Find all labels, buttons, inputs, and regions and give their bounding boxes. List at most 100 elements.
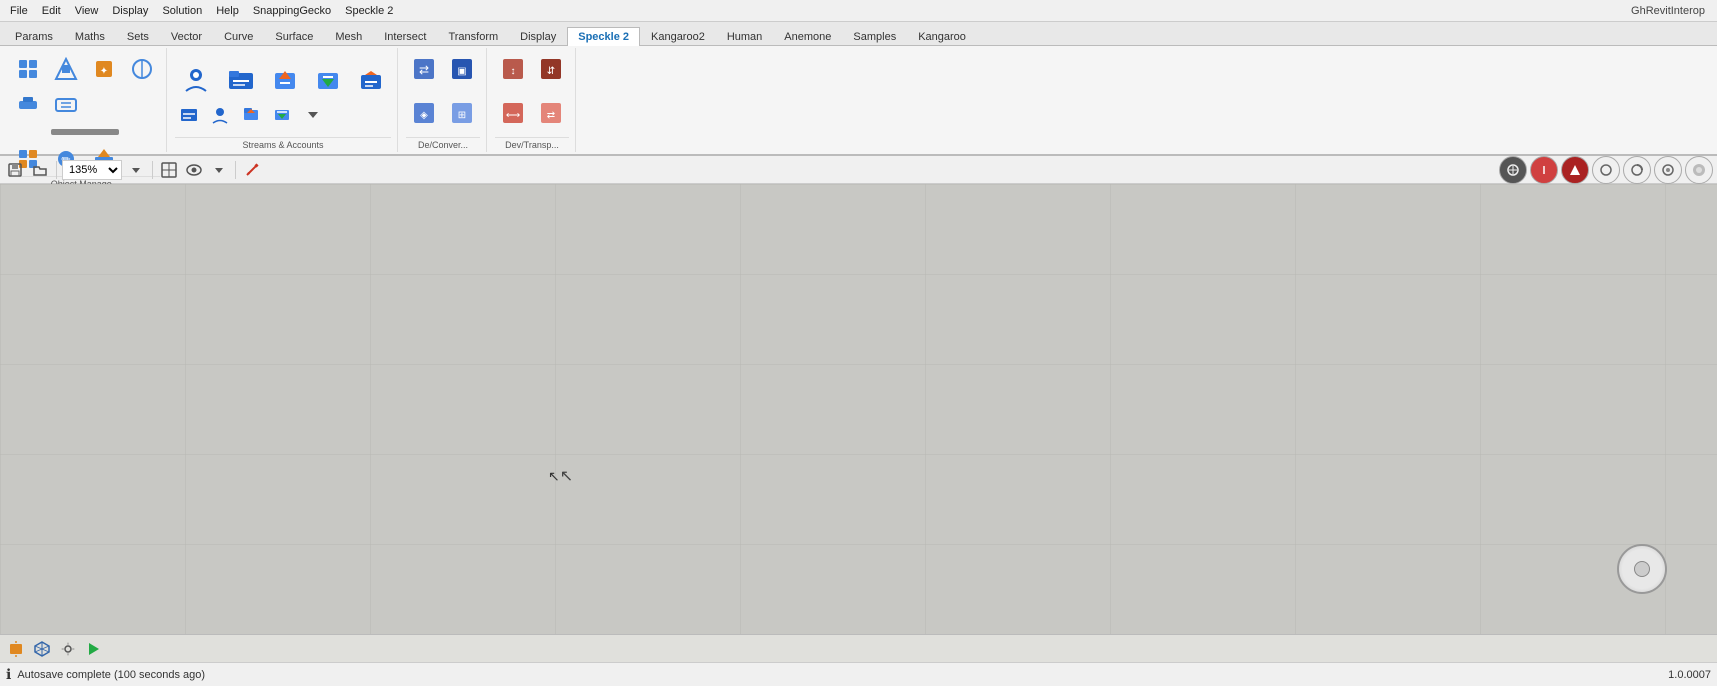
streams-btn-9[interactable] xyxy=(268,102,296,128)
tab-intersect[interactable]: Intersect xyxy=(373,27,437,46)
streams-icon-7 xyxy=(210,105,230,125)
rt-icon-5[interactable] xyxy=(1623,156,1651,184)
rt-icon-1[interactable] xyxy=(1499,156,1527,184)
menu-speckle2[interactable]: Speckle 2 xyxy=(339,3,399,19)
streams-btn-8[interactable] xyxy=(237,102,265,128)
tab-maths[interactable]: Maths xyxy=(64,27,116,46)
bottom-btn-sun[interactable] xyxy=(4,637,28,661)
streams-btn-7[interactable] xyxy=(206,102,234,128)
status-coordinate: 1.0.0007 xyxy=(1668,669,1711,681)
open-button[interactable] xyxy=(29,159,51,181)
svg-text:⇄: ⇄ xyxy=(419,63,429,77)
streams-btn-3[interactable] xyxy=(265,62,305,100)
menu-help[interactable]: Help xyxy=(210,3,245,19)
devtransp-btn-4[interactable]: ⇄ xyxy=(533,96,569,130)
group-object-management: ✦ xyxy=(4,48,167,152)
streams-btn-4[interactable] xyxy=(308,62,348,100)
rt-icon-2[interactable] xyxy=(1530,156,1558,184)
menu-display[interactable]: Display xyxy=(106,3,154,19)
app-title: GhRevitInterop xyxy=(1631,5,1713,17)
eye-button[interactable] xyxy=(183,159,205,181)
save-button[interactable] xyxy=(4,159,26,181)
tab-human[interactable]: Human xyxy=(716,27,773,46)
group-dev-transp-content: ↕ ⇵ ⟷ ⇄ xyxy=(495,50,569,137)
devtransp-btn-1[interactable]: ↕ xyxy=(495,52,531,86)
devconv-btn-1[interactable]: ⇄ xyxy=(406,52,442,86)
tab-kangaroo2[interactable]: Kangaroo2 xyxy=(640,27,716,46)
streams-btn-2[interactable] xyxy=(220,62,262,100)
streams-icon-9 xyxy=(272,105,292,125)
menu-edit[interactable]: Edit xyxy=(36,3,67,19)
canvas-area[interactable]: ↖ xyxy=(0,184,1717,634)
menu-snapping-gecko[interactable]: SnappingGecko xyxy=(247,3,337,19)
toolbar-separator-1 xyxy=(56,161,57,179)
streams-btn-expand[interactable] xyxy=(299,102,327,128)
canvas-grid xyxy=(0,184,1717,634)
streams-btn-6[interactable] xyxy=(175,102,203,128)
tab-speckle2[interactable]: Speckle 2 xyxy=(567,27,640,46)
bottom-btn-settings[interactable] xyxy=(56,637,80,661)
rt-icon-6[interactable] xyxy=(1654,156,1682,184)
tab-sets[interactable]: Sets xyxy=(116,27,160,46)
status-bar: ℹ Autosave complete (100 seconds ago) 1.… xyxy=(0,662,1717,686)
obj-icon-4 xyxy=(128,55,156,83)
navigation-wheel[interactable] xyxy=(1617,544,1667,594)
tab-mesh[interactable]: Mesh xyxy=(324,27,373,46)
dropdown-button[interactable] xyxy=(208,159,230,181)
svg-text:▣: ▣ xyxy=(457,66,466,77)
toolbar-right xyxy=(1499,156,1713,184)
obj-icon-5 xyxy=(14,91,42,119)
group-dev-converter: ⇄ ▣ ◈ ⊞ De/Conver... xyxy=(400,48,487,152)
toolbar-separator-3 xyxy=(235,161,236,179)
menu-solution[interactable]: Solution xyxy=(156,3,208,19)
obj-btn-3[interactable]: ✦ xyxy=(86,52,122,86)
tab-display[interactable]: Display xyxy=(509,27,567,46)
tab-samples[interactable]: Samples xyxy=(842,27,907,46)
devconv-btn-3[interactable]: ◈ xyxy=(406,96,442,130)
menu-file[interactable]: File xyxy=(4,3,34,19)
bottom-btn-cube[interactable] xyxy=(30,637,54,661)
rt-icon-4[interactable] xyxy=(1592,156,1620,184)
devconv-icon-3: ◈ xyxy=(410,99,438,127)
group-streams-content xyxy=(175,50,391,137)
pen-button[interactable] xyxy=(241,159,263,181)
obj-btn-2[interactable] xyxy=(48,52,84,86)
devconv-icon-4: ⊞ xyxy=(448,99,476,127)
bottom-btn-run[interactable] xyxy=(82,637,106,661)
rt-icon-3[interactable] xyxy=(1561,156,1589,184)
tab-params[interactable]: Params xyxy=(4,27,64,46)
status-icon: ℹ xyxy=(6,666,11,683)
streams-icon-2 xyxy=(225,65,257,97)
devconv-btn-2[interactable]: ▣ xyxy=(444,52,480,86)
obj-btn-6[interactable] xyxy=(48,88,84,122)
group-object-management-content: ✦ xyxy=(10,50,160,176)
menu-view[interactable]: View xyxy=(69,3,105,19)
zoom-dropdown-button[interactable] xyxy=(125,159,147,181)
view-button[interactable] xyxy=(158,159,180,181)
status-message: Autosave complete (100 seconds ago) xyxy=(17,669,205,681)
tab-vector[interactable]: Vector xyxy=(160,27,213,46)
devconv-btn-4[interactable]: ⊞ xyxy=(444,96,480,130)
rt-icon-7[interactable] xyxy=(1685,156,1713,184)
obj-btn-7[interactable] xyxy=(10,124,160,140)
streams-icon-1 xyxy=(180,65,212,97)
bottom-bar xyxy=(0,634,1717,662)
tab-kangaroo[interactable]: Kangaroo xyxy=(907,27,977,46)
devtransp-btn-2[interactable]: ⇵ xyxy=(533,52,569,86)
obj-btn-1[interactable] xyxy=(10,52,46,86)
ribbon-tabs: Params Maths Sets Vector Curve Surface M… xyxy=(0,22,1717,46)
group-streams-accounts-label: Streams & Accounts xyxy=(175,137,391,152)
group-dev-transp: ↕ ⇵ ⟷ ⇄ Dev/Transp... xyxy=(489,48,576,152)
tab-anemone[interactable]: Anemone xyxy=(773,27,842,46)
obj-btn-4[interactable] xyxy=(124,52,160,86)
obj-icon-6 xyxy=(52,91,80,119)
devtransp-btn-3[interactable]: ⟷ xyxy=(495,96,531,130)
streams-btn-5[interactable] xyxy=(351,62,391,100)
obj-btn-5[interactable] xyxy=(10,88,46,122)
tab-transform[interactable]: Transform xyxy=(437,27,509,46)
zoom-select[interactable]: 50% 75% 100% 135% 150% 200% xyxy=(62,160,122,180)
tab-curve[interactable]: Curve xyxy=(213,27,264,46)
tab-surface[interactable]: Surface xyxy=(264,27,324,46)
streams-icon-4 xyxy=(312,65,344,97)
streams-btn-1[interactable] xyxy=(175,62,217,100)
